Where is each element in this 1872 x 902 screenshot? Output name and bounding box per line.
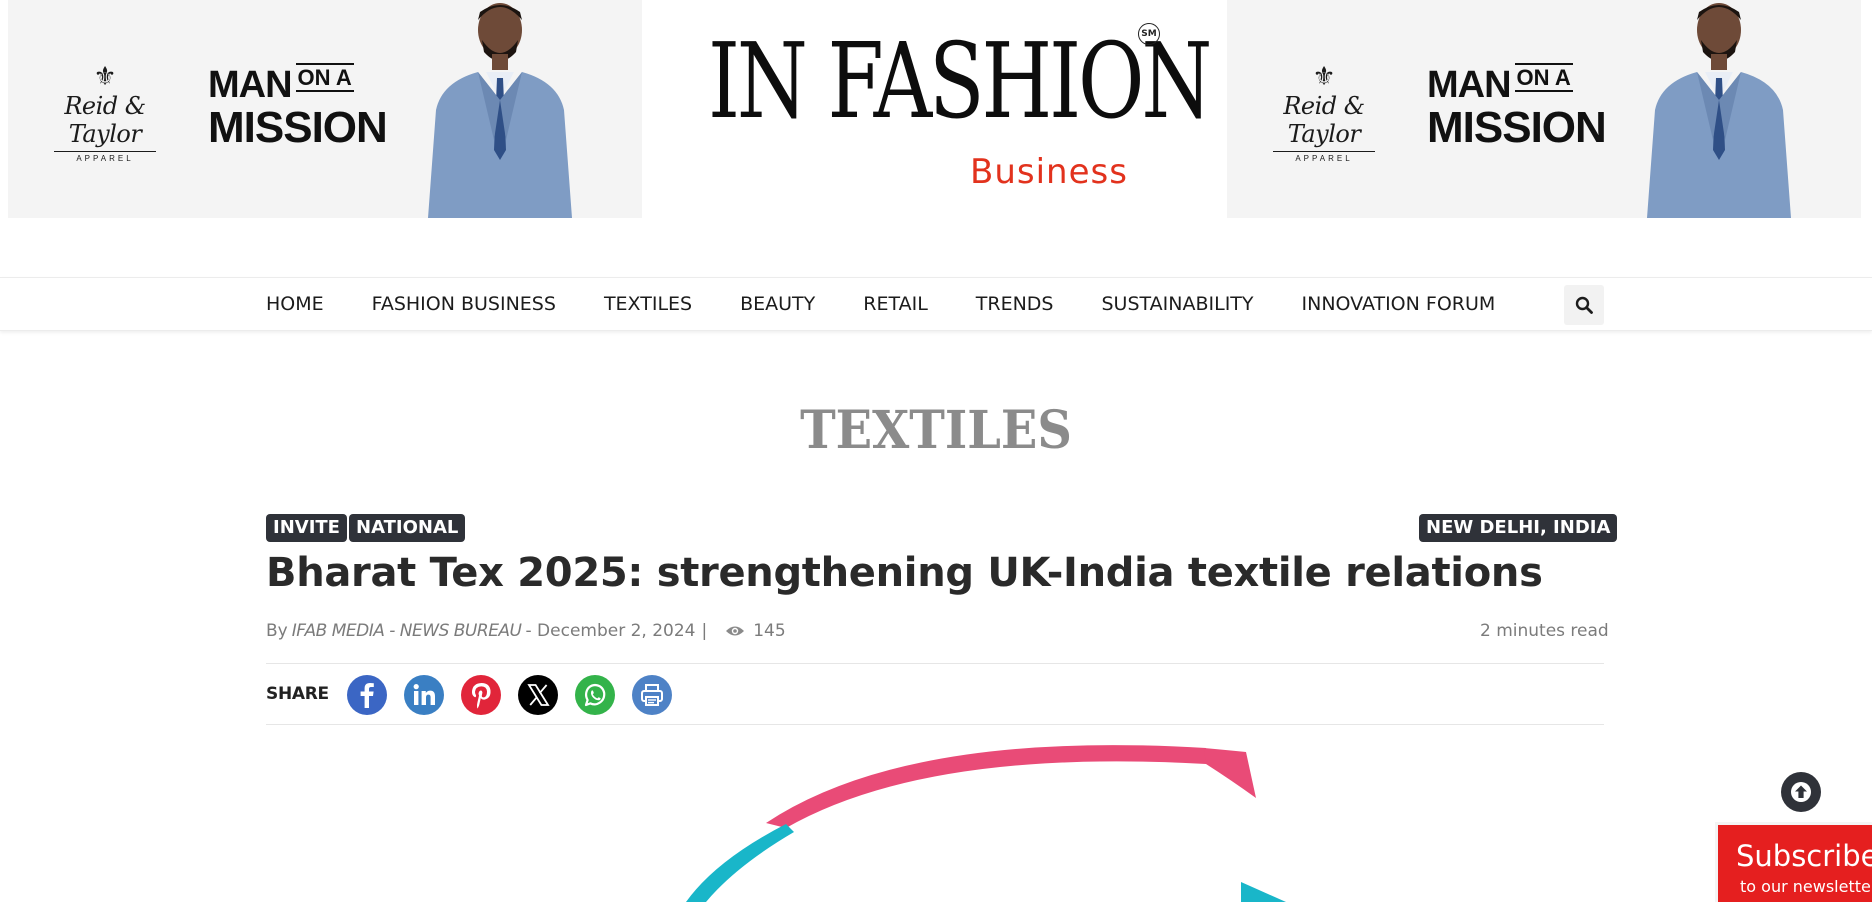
nav-item-trends[interactable]: TRENDS xyxy=(976,293,1054,315)
subscribe-title: Subscribe xyxy=(1736,839,1872,873)
ad-slogan-line2: MISSION xyxy=(1427,103,1607,152)
share-whatsapp-button[interactable] xyxy=(575,675,615,715)
tag-national[interactable]: NATIONAL xyxy=(349,514,466,542)
ad-brand-name: Reid & Taylor xyxy=(64,92,146,148)
share-label: SHARE xyxy=(266,684,329,704)
logo-service-mark: SM xyxy=(1138,23,1160,45)
pinterest-icon xyxy=(471,683,491,709)
ad-brand-name: Reid & Taylor xyxy=(1283,92,1365,148)
divider xyxy=(266,724,1604,725)
x-icon xyxy=(527,684,550,706)
subscribe-newsletter-button[interactable]: Subscribe to our newsletter xyxy=(1715,822,1872,902)
ad-slogan-line2: MISSION xyxy=(208,103,388,152)
category-heading: TEXTILES xyxy=(800,400,1072,461)
logo-wordmark: IN FASHION xyxy=(708,20,1212,142)
facebook-icon xyxy=(360,683,374,708)
nav-item-fashion-business[interactable]: FASHION BUSINESS xyxy=(372,293,556,315)
article-meta: By IFAB MEDIA - NEWS BUREAU - December 2… xyxy=(266,621,786,641)
nav-item-innovation-forum[interactable]: INNOVATION FORUM xyxy=(1302,293,1496,315)
share-buttons xyxy=(347,675,689,715)
publish-date: - December 2, 2024 xyxy=(525,621,696,641)
crest-icon: ⚜ xyxy=(1312,62,1336,92)
nav-item-home[interactable]: HOME xyxy=(266,293,324,315)
view-count: 145 xyxy=(725,621,786,641)
search-button[interactable] xyxy=(1564,285,1604,325)
search-icon xyxy=(1575,296,1593,314)
ad-banner-right[interactable]: ⚜ Reid & Taylor APPAREL MAN ON A MISSION xyxy=(1227,0,1861,218)
share-pinterest-button[interactable] xyxy=(461,675,501,715)
read-time: 2 minutes read xyxy=(1480,621,1609,641)
site-logo[interactable]: IN FASHION SM Business xyxy=(690,16,1212,206)
share-x-button[interactable] xyxy=(518,675,558,715)
ad-model-image xyxy=(1647,3,1791,218)
ad-brand-apparel: APPAREL xyxy=(54,151,156,163)
view-count-value: 145 xyxy=(753,621,786,641)
nav-menu: HOME FASHION BUSINESS TEXTILES BEAUTY RE… xyxy=(266,278,1543,330)
scroll-to-top-button[interactable] xyxy=(1781,772,1821,812)
article-title: Bharat Tex 2025: strengthening UK-India … xyxy=(266,550,1543,596)
logo-subtitle: Business xyxy=(970,152,1128,192)
ad-slogan: MAN ON A MISSION xyxy=(208,63,388,152)
linkedin-icon xyxy=(413,684,435,705)
ad-slogan: MAN ON A MISSION xyxy=(1427,63,1607,152)
nav-item-retail[interactable]: RETAIL xyxy=(863,293,928,315)
ad-slogan-line1: MAN xyxy=(208,64,293,106)
ad-brand-logo: ⚜ Reid & Taylor APPAREL xyxy=(44,64,166,163)
ad-slogan-small: ON A xyxy=(295,63,354,92)
ad-brand-logo: ⚜ Reid & Taylor APPAREL xyxy=(1263,64,1385,163)
print-icon xyxy=(641,684,663,706)
tag-invite[interactable]: INVITE xyxy=(266,514,347,542)
article-hero-image xyxy=(686,745,1286,902)
location-tag[interactable]: NEW DELHI, INDIA xyxy=(1419,514,1618,542)
author-link[interactable]: IFAB MEDIA - NEWS BUREAU xyxy=(292,621,522,641)
arrow-up-icon xyxy=(1791,782,1811,802)
meta-separator: | xyxy=(701,621,708,641)
nav-item-sustainability[interactable]: SUSTAINABILITY xyxy=(1102,293,1254,315)
subscribe-subtitle: to our newsletter xyxy=(1740,877,1872,896)
divider xyxy=(266,663,1604,664)
nav-item-textiles[interactable]: TEXTILES xyxy=(604,293,692,315)
ad-slogan-small: ON A xyxy=(1514,63,1573,92)
byline-prefix: By xyxy=(266,621,288,641)
ad-slogan-line1: MAN xyxy=(1427,64,1512,106)
crest-icon: ⚜ xyxy=(93,62,117,92)
ad-model-image xyxy=(428,3,572,218)
share-facebook-button[interactable] xyxy=(347,675,387,715)
ad-banner-left[interactable]: ⚜ Reid & Taylor APPAREL MAN ON A MISSION xyxy=(8,0,642,218)
eye-icon xyxy=(726,626,745,636)
nav-item-beauty[interactable]: BEAUTY xyxy=(740,293,815,315)
ad-brand-apparel: APPAREL xyxy=(1273,151,1375,163)
whatsapp-icon xyxy=(584,683,606,707)
share-linkedin-button[interactable] xyxy=(404,675,444,715)
print-button[interactable] xyxy=(632,675,672,715)
main-nav: HOME FASHION BUSINESS TEXTILES BEAUTY RE… xyxy=(0,277,1872,331)
